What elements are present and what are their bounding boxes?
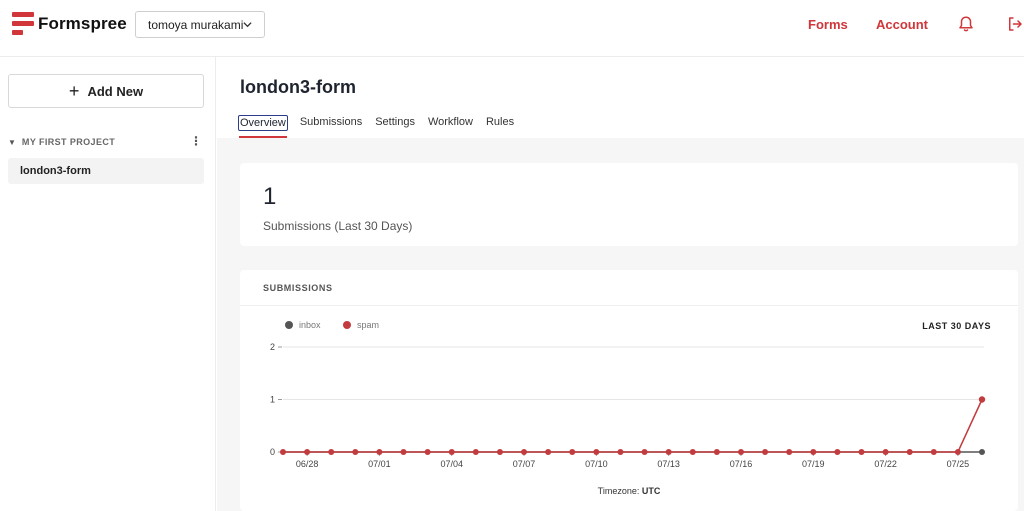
caret-down-icon[interactable]: ▼: [8, 138, 16, 147]
spam-point: [762, 449, 769, 455]
spam-point: [448, 449, 455, 455]
project-name: MY FIRST PROJECT: [21, 137, 116, 147]
spam-point: [472, 449, 479, 455]
spam-point: [834, 449, 841, 455]
x-tick-label-07/16: 07/16: [730, 459, 753, 469]
spam-point: [521, 449, 528, 455]
tab-overview[interactable]: Overview: [238, 115, 288, 131]
submissions-chart-card: SUBMISSIONS LAST 30 DAYS inbox spam 0 1 2 06/…: [240, 270, 1018, 511]
formspree-logo[interactable]: Formspree: [12, 12, 127, 35]
nav-account-link[interactable]: Account: [876, 17, 928, 32]
spam-point: [954, 449, 961, 455]
page-title: london3-form: [240, 77, 356, 97]
spam-point: [786, 449, 793, 455]
spam-point: [376, 449, 383, 455]
tab-rules[interactable]: Rules: [485, 115, 515, 131]
spam-point: [352, 449, 359, 455]
x-tick-label-07/04: 07/04: [440, 459, 463, 469]
x-tick-label-07/10: 07/10: [585, 459, 608, 469]
bell-icon[interactable]: [957, 15, 975, 33]
y-tick-label-1: 1: [270, 395, 275, 405]
y-tick-label-0: 0: [270, 447, 275, 457]
submissions-stat-card: 1 Submissions (Last 30 Days): [240, 163, 1018, 246]
spam-point: [858, 449, 865, 455]
x-tick-label-07/22: 07/22: [874, 459, 897, 469]
spam-point: [810, 449, 817, 455]
spam-point: [641, 449, 648, 455]
x-tick-label-07/25: 07/25: [947, 459, 970, 469]
legend-label-inbox: inbox: [299, 320, 321, 330]
add-new-label: Add New: [87, 83, 144, 99]
plus-icon: +: [68, 81, 80, 101]
user-account-dropdown[interactable]: tomoya murakami: [135, 11, 265, 38]
x-tick-label-07/01: 07/01: [368, 459, 391, 469]
legend-label-spam: spam: [357, 320, 379, 330]
legend-marker-spam: [343, 321, 351, 329]
spam-point: [593, 449, 600, 455]
formspree-logo-icon: [12, 12, 34, 35]
spam-point: [689, 449, 696, 455]
series-line-spam: [283, 399, 983, 453]
chevron-down-icon: [243, 22, 252, 28]
tab-bar: Overview Submissions Settings Workflow R…: [238, 115, 526, 131]
x-tick-label-07/19: 07/19: [802, 459, 825, 469]
spam-point: [496, 449, 503, 455]
x-tick-label-07/07: 07/07: [513, 459, 536, 469]
spam-point: [545, 449, 552, 455]
spam-point: [930, 449, 937, 455]
spam-point: [424, 449, 431, 455]
user-name: tomoya murakami: [148, 17, 244, 32]
submission-count-label: Submissions (Last 30 Days): [263, 219, 413, 233]
legend-marker-inbox: [285, 321, 293, 329]
tab-workflow[interactable]: Workflow: [427, 115, 474, 131]
spam-point: [328, 449, 335, 455]
x-tick-label-06/28: 06/28: [296, 459, 319, 469]
spam-point: [280, 449, 286, 455]
spam-point: [304, 449, 311, 455]
nav-forms-link[interactable]: Forms: [808, 17, 848, 32]
timezone-label: Timezone: UTC: [598, 486, 661, 496]
spam-point: [400, 449, 407, 455]
project-header[interactable]: ▼ MY FIRST PROJECT ⋮: [8, 135, 204, 149]
main-content: london3-form Overview Submissions Settin…: [217, 57, 1024, 511]
app-name: Formspree: [38, 13, 127, 33]
spam-point: [617, 449, 624, 455]
submission-count: 1: [263, 183, 277, 210]
spam-point: [882, 449, 889, 455]
x-tick-label-07/13: 07/13: [657, 459, 680, 469]
more-options-icon[interactable]: ⋮: [190, 135, 202, 147]
y-tick-label-2: 2: [270, 342, 275, 352]
spam-point: [569, 449, 576, 455]
spam-point: [665, 449, 672, 455]
spam-point: [978, 396, 986, 403]
add-new-button[interactable]: + Add New: [8, 74, 204, 108]
spam-point: [713, 449, 720, 455]
spam-point: [737, 449, 744, 455]
submissions-line-chart: inbox spam 0 1 2 06/28 07/01 07/04 07/07 07/10 07/…: [270, 320, 986, 496]
sidebar: + Add New ▼ MY FIRST PROJECT ⋮ london3-f…: [0, 57, 216, 511]
spam-point: [906, 449, 913, 455]
sidebar-item-london3-form[interactable]: london3-form: [8, 158, 204, 184]
logout-icon[interactable]: [1006, 15, 1024, 33]
tab-settings[interactable]: Settings: [374, 115, 416, 131]
inbox-point: [979, 449, 985, 455]
tab-submissions[interactable]: Submissions: [299, 115, 363, 131]
top-bar: Formspree tomoya murakami Forms Account: [0, 0, 1024, 57]
